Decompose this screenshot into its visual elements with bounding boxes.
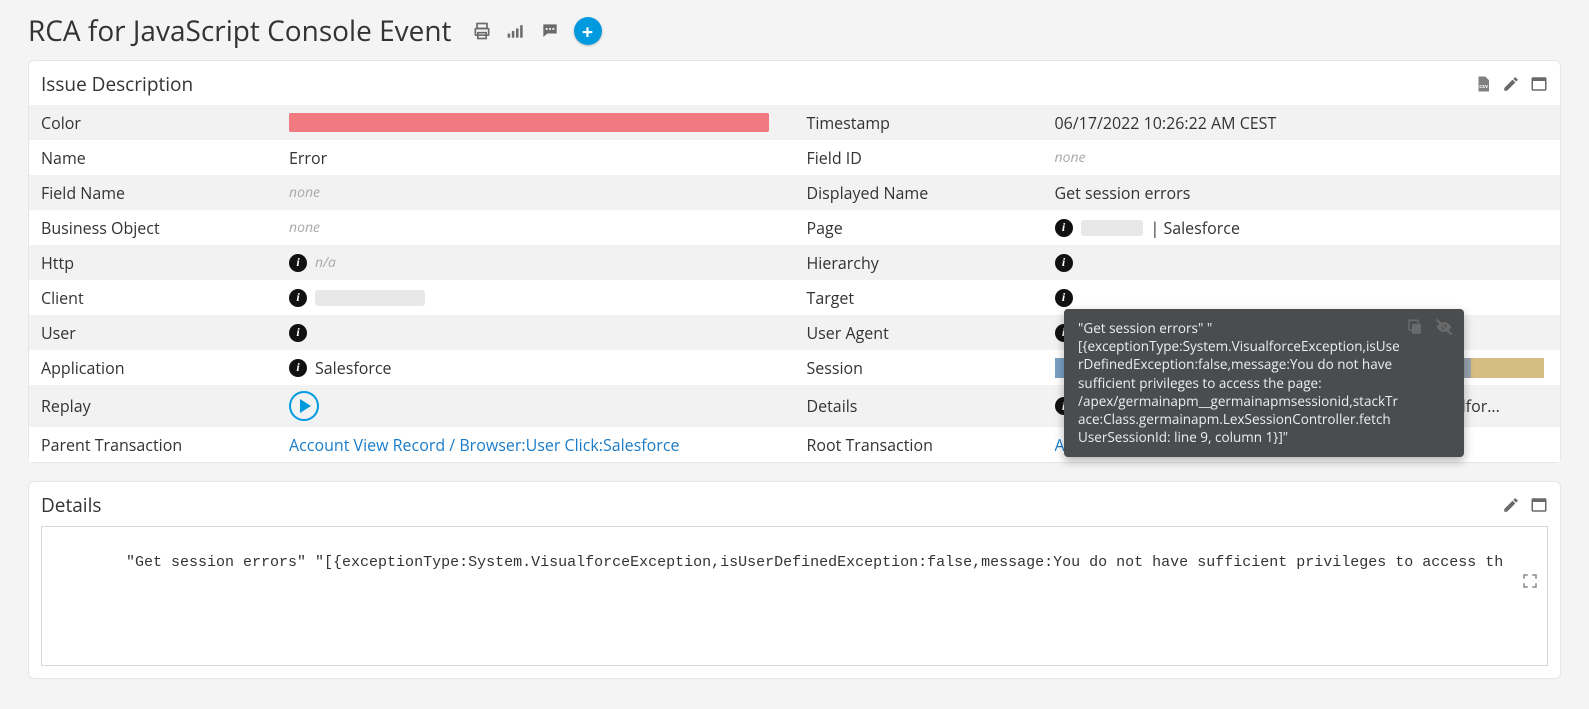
label-name: Name: [41, 147, 289, 169]
maximize-icon[interactable]: [1530, 496, 1548, 514]
value-http: n/a: [315, 253, 336, 272]
value-displayed-name: Get session errors: [1055, 182, 1549, 204]
label-page: Page: [807, 217, 1055, 239]
tooltip-text: "Get session errors" "[{exceptionType:Sy…: [1078, 319, 1450, 447]
label-replay: Replay: [41, 395, 289, 417]
value-page-redacted: [1081, 220, 1143, 236]
label-displayed-name: Displayed Name: [807, 182, 1055, 204]
play-icon[interactable]: [289, 391, 319, 421]
label-hierarchy: Hierarchy: [807, 252, 1055, 274]
value-field-name: none: [289, 183, 783, 202]
page-title: RCA for JavaScript Console Event: [28, 12, 452, 50]
export-csv-icon[interactable]: csv: [1474, 75, 1492, 93]
info-icon[interactable]: i: [1055, 219, 1073, 237]
issue-panel-title: Issue Description: [41, 71, 193, 97]
color-swatch: [289, 113, 769, 132]
info-icon[interactable]: i: [289, 254, 307, 272]
value-application: Salesforce: [315, 357, 392, 379]
issue-left-column: Color Name Error Field Name none Busines…: [29, 105, 795, 462]
add-button[interactable]: +: [574, 17, 602, 45]
label-target: Target: [807, 287, 1055, 309]
details-code-text: "Get session errors" "[{exceptionType:Sy…: [126, 554, 1503, 571]
value-field-id: none: [1055, 148, 1549, 167]
value-business-object: none: [289, 218, 783, 237]
title-bar: RCA for JavaScript Console Event +: [28, 12, 1561, 50]
label-user-agent: User Agent: [807, 322, 1055, 344]
value-page-suffix: | Salesforce: [1151, 217, 1240, 239]
label-field-name: Field Name: [41, 182, 289, 204]
link-parent-transaction[interactable]: Account View Record / Browser:User Click…: [289, 434, 679, 456]
info-icon[interactable]: i: [1055, 254, 1073, 272]
value-timestamp: 06/17/2022 10:26:22 AM CEST: [1055, 112, 1549, 134]
maximize-icon[interactable]: [1530, 75, 1548, 93]
info-icon[interactable]: i: [289, 324, 307, 342]
label-details: Details: [807, 395, 1055, 417]
info-icon[interactable]: i: [289, 289, 307, 307]
signal-icon[interactable]: [506, 21, 526, 41]
label-field-id: Field ID: [807, 147, 1055, 169]
label-http: Http: [41, 252, 289, 274]
label-root-transaction: Root Transaction: [807, 434, 1055, 456]
label-user: User: [41, 322, 289, 344]
comment-icon[interactable]: [540, 21, 560, 41]
details-tooltip: "Get session errors" "[{exceptionType:Sy…: [1064, 309, 1464, 457]
label-session: Session: [807, 357, 1055, 379]
label-business-object: Business Object: [41, 217, 289, 239]
edit-icon[interactable]: [1502, 75, 1520, 93]
label-parent-transaction: Parent Transaction: [41, 434, 289, 456]
edit-icon[interactable]: [1502, 496, 1520, 514]
label-client: Client: [41, 287, 289, 309]
details-code: "Get session errors" "[{exceptionType:Sy…: [41, 526, 1548, 666]
info-icon[interactable]: i: [289, 359, 307, 377]
info-icon[interactable]: i: [1055, 289, 1073, 307]
value-name: Error: [289, 147, 783, 169]
value-client-redacted: [315, 290, 425, 306]
fullscreen-icon[interactable]: [1431, 555, 1539, 612]
details-panel: Details "Get session errors" "[{exceptio…: [28, 481, 1561, 679]
print-icon[interactable]: [472, 21, 492, 41]
details-panel-title: Details: [41, 492, 101, 518]
svg-text:csv: csv: [1479, 84, 1488, 90]
issue-description-panel: Issue Description csv Color: [28, 60, 1561, 463]
label-application: Application: [41, 357, 289, 379]
copy-icon[interactable]: [1406, 317, 1424, 337]
label-color: Color: [41, 112, 289, 134]
label-timestamp: Timestamp: [807, 112, 1055, 134]
hide-icon[interactable]: [1434, 317, 1454, 337]
